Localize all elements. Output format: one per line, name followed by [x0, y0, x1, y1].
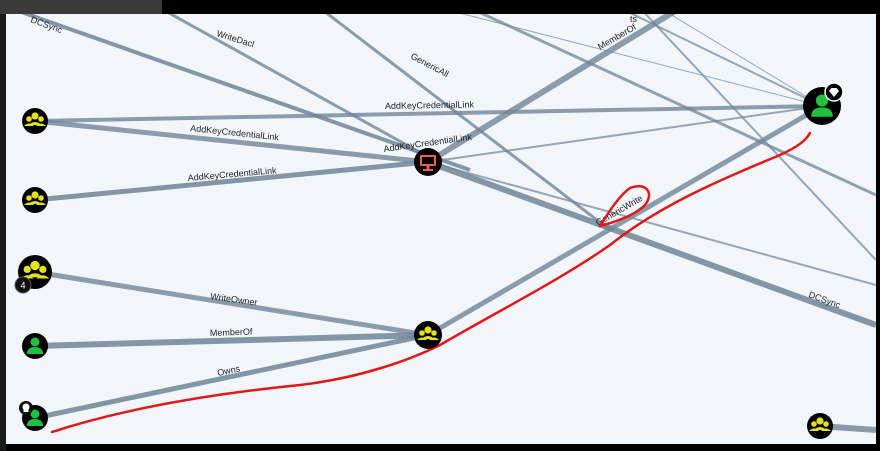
edge-label-top-right-partial: ts	[630, 14, 638, 24]
skull-badge-icon	[19, 401, 33, 415]
edge-down-right	[644, 14, 876, 261]
edge-owns	[34, 332, 429, 421]
edge-top-right-2	[668, 14, 823, 107]
node-group-2[interactable]	[22, 187, 48, 213]
node-computer[interactable]	[414, 148, 442, 176]
edge-addkey-3	[34, 159, 429, 203]
edge-label-genericall: GenericAll	[409, 51, 450, 79]
count-badge: 4	[14, 276, 32, 294]
edge-dcsync-right	[426, 159, 876, 328]
count-badge-text: 4	[20, 281, 25, 291]
edge-label-addkey-1: AddKeyCredentialLink	[385, 99, 475, 111]
node-group-bottom-right[interactable]	[807, 413, 833, 439]
edge-label-dcsync-top: DCSync	[29, 14, 64, 35]
top-left-tab	[0, 0, 162, 14]
node-group-1[interactable]	[22, 108, 48, 134]
edge-genericwrite	[426, 103, 824, 338]
edge-addkey-4	[427, 105, 823, 163]
node-group-center[interactable]	[414, 321, 442, 349]
edge-label-writedacl: WriteDacl	[215, 28, 255, 49]
node-user-1[interactable]	[22, 333, 48, 359]
edge-label-memberof-bottom: MemberOf	[210, 327, 253, 338]
graph-canvas[interactable]: DCSync WriteDacl GenericAll MemberOf ts …	[6, 14, 876, 444]
edge-secondary-right	[427, 161, 876, 286]
diamond-badge-icon	[824, 82, 844, 102]
